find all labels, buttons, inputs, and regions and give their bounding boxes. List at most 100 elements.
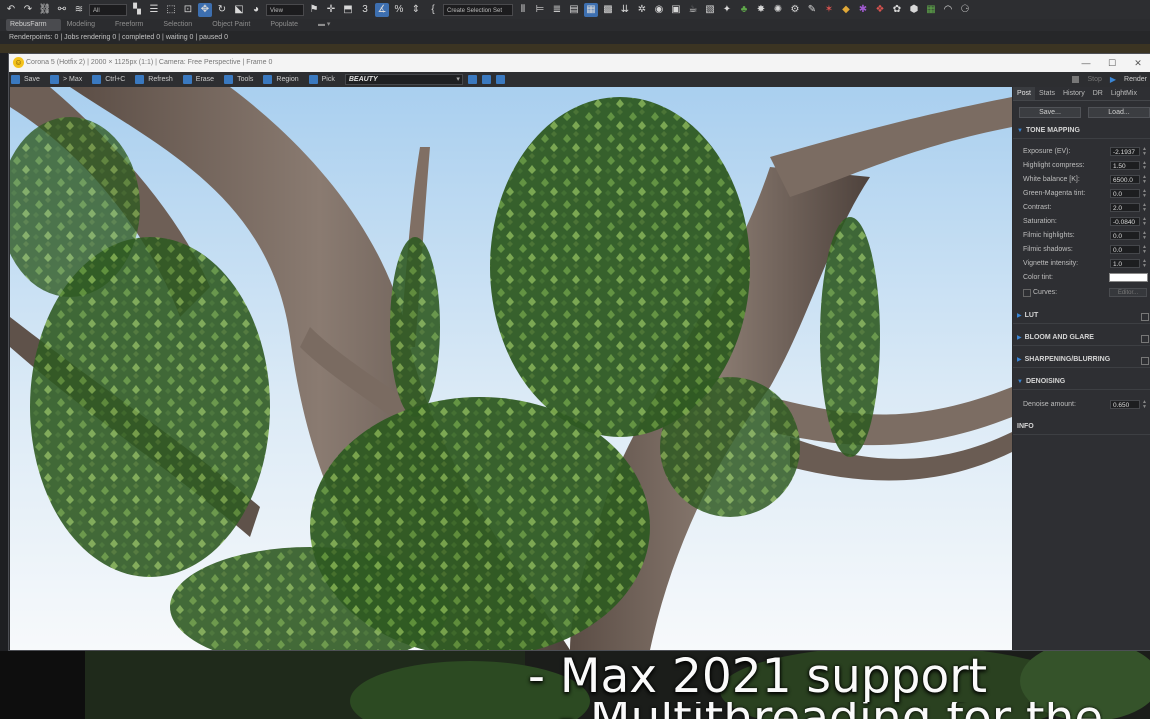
tone-mapping-value-field[interactable]: -2.1937 xyxy=(1110,147,1140,156)
keyboard-shortcut-icon[interactable]: ⬒ xyxy=(341,3,355,17)
bind-spacewarp-icon[interactable]: ≋ xyxy=(72,3,86,17)
maximize-icon[interactable]: ☐ xyxy=(1099,54,1125,72)
link-icon[interactable]: ⛓ xyxy=(38,3,52,17)
ribbon-tab-object-paint[interactable]: Object Paint xyxy=(208,19,264,31)
spinner-icon[interactable]: ▲ ▼ xyxy=(1142,147,1147,157)
render-image[interactable] xyxy=(10,87,1012,650)
render-setup-icon[interactable]: ✲ xyxy=(635,3,649,17)
tone-mapping-value-field[interactable]: 0.0 xyxy=(1110,245,1140,254)
curves-checkbox[interactable] xyxy=(1023,289,1031,297)
plugin-icon-13[interactable]: ▦ xyxy=(924,3,938,17)
denoising-header[interactable]: ▼ DENOISING xyxy=(1013,375,1150,390)
schematic-view-icon[interactable]: ▩ xyxy=(601,3,615,17)
tab-stats[interactable]: Stats xyxy=(1035,87,1059,100)
copy-button[interactable]: Ctrl+C xyxy=(92,75,133,84)
plugin-icon-12[interactable]: ⬢ xyxy=(907,3,921,17)
tone-mapping-header[interactable]: ▼ TONE MAPPING xyxy=(1013,124,1150,139)
render-play-icon[interactable]: ▶ xyxy=(1110,75,1116,84)
spinner-icon[interactable]: ▲ ▼ xyxy=(1142,259,1147,269)
plugin-icon-4[interactable]: ✺ xyxy=(771,3,785,17)
undo-icon[interactable]: ↶ xyxy=(4,3,18,17)
lut-header[interactable]: ▶ LUT xyxy=(1013,309,1150,324)
spinner-icon[interactable]: ▲ ▼ xyxy=(1142,400,1147,410)
plugin-icon-15[interactable]: ⚆ xyxy=(958,3,972,17)
post-load-button[interactable]: Load... xyxy=(1088,107,1150,118)
ribbon-tab-modeling[interactable]: Modeling xyxy=(63,19,109,31)
select-object-icon[interactable]: ▚ xyxy=(130,3,144,17)
render-frame-icon[interactable]: ◉ xyxy=(652,3,666,17)
minimize-icon[interactable]: — xyxy=(1073,54,1099,72)
tab-dr[interactable]: DR xyxy=(1089,87,1107,100)
ribbon-tab-rebusfarm[interactable]: RebusFarm xyxy=(6,19,61,31)
select-scale-icon[interactable]: ⬕ xyxy=(232,3,246,17)
tone-mapping-value-field[interactable]: 6500.0 xyxy=(1110,175,1140,184)
to-max-button[interactable]: > Max xyxy=(49,75,90,84)
spinner-icon[interactable]: ▲ ▼ xyxy=(1142,203,1147,213)
plugin-icon-11[interactable]: ✿ xyxy=(890,3,904,17)
tab-lightmix[interactable]: LightMix xyxy=(1107,87,1141,100)
region-button[interactable]: Region xyxy=(263,75,306,84)
place-icon[interactable]: ◕ xyxy=(249,3,263,17)
named-selection-set-dropdown[interactable]: Create Selection Set xyxy=(443,3,513,16)
spinner-icon[interactable]: ▲ ▼ xyxy=(1142,175,1147,185)
curves-editor-button[interactable]: Editor... xyxy=(1109,288,1147,297)
render-production-icon[interactable]: ▣ xyxy=(669,3,683,17)
pivot-icon[interactable]: ⚑ xyxy=(307,3,321,17)
render-pass-dropdown[interactable]: BEAUTY ▾ xyxy=(344,74,463,85)
tab-post[interactable]: Post xyxy=(1013,87,1036,100)
plugin-icon-2[interactable]: ✦ xyxy=(720,3,734,17)
denoise-amount-field[interactable]: 0.650 xyxy=(1110,400,1140,409)
stop-button[interactable]: Stop xyxy=(1087,76,1101,83)
spinner-icon[interactable]: ▲ ▼ xyxy=(1142,231,1147,241)
ribbon-tab-freeform[interactable]: Freeform xyxy=(111,19,157,31)
rect-region-icon[interactable]: ⬚ xyxy=(164,3,178,17)
select-rotate-icon[interactable]: ↻ xyxy=(215,3,229,17)
ribbon-tab-selection[interactable]: Selection xyxy=(159,19,206,31)
bloom-enable-checkbox[interactable] xyxy=(1141,335,1149,343)
refresh-button[interactable]: Refresh xyxy=(135,75,181,84)
spinner-icon[interactable]: ▲ ▼ xyxy=(1142,189,1147,199)
sharpen-enable-checkbox[interactable] xyxy=(1141,357,1149,365)
save-button[interactable]: Save xyxy=(11,75,48,84)
plugin-icon-5[interactable]: ⚙ xyxy=(788,3,802,17)
tone-mapping-value-field[interactable]: 0.0 xyxy=(1110,231,1140,240)
post-save-button[interactable]: Save... xyxy=(1019,107,1081,118)
snap-icon[interactable]: 3 xyxy=(358,3,372,17)
tone-mapping-value-field[interactable]: -0.0840 xyxy=(1110,217,1140,226)
stop-icon[interactable] xyxy=(1072,76,1080,83)
lut-enable-checkbox[interactable] xyxy=(1141,313,1149,321)
plugin-icon-3[interactable]: ✸ xyxy=(754,3,768,17)
tone-mapping-value-field[interactable]: 0.0 xyxy=(1110,189,1140,198)
select-by-name-icon[interactable]: ☰ xyxy=(147,3,161,17)
angle-snap-icon[interactable]: ∡ xyxy=(375,2,389,17)
plugin-icon-10[interactable]: ❖ xyxy=(873,3,887,17)
sharpening-header[interactable]: ▶ SHARPENING/BLURRING xyxy=(1013,353,1150,368)
spinner-snap-icon[interactable]: ⇕ xyxy=(409,3,423,17)
zoom-in-icon[interactable] xyxy=(467,75,477,84)
spinner-icon[interactable]: ▲ ▼ xyxy=(1142,161,1147,171)
tab-history[interactable]: History xyxy=(1059,87,1089,100)
erase-button[interactable]: Erase xyxy=(182,75,222,84)
move-gizmo-icon[interactable]: ✛ xyxy=(324,3,338,17)
tree-plugin-icon[interactable]: ♣ xyxy=(737,3,751,17)
toggle-ribbon-icon[interactable]: ▤ xyxy=(567,3,581,17)
align-icon[interactable]: ⊨ xyxy=(533,3,547,17)
window-crossing-icon[interactable]: ⊡ xyxy=(181,3,195,17)
plugin-icon-6[interactable]: ✎ xyxy=(805,3,819,17)
tools-button[interactable]: Tools xyxy=(224,75,261,84)
close-icon[interactable]: ✕ xyxy=(1125,54,1150,72)
redo-icon[interactable]: ↷ xyxy=(21,3,35,17)
material-editor-icon[interactable]: ⇊ xyxy=(618,3,632,17)
plugin-icon-1[interactable]: ▧ xyxy=(703,3,717,17)
tone-mapping-value-field[interactable]: 1.50 xyxy=(1110,161,1140,170)
zoom-out-icon[interactable] xyxy=(481,75,491,84)
edit-named-sets-icon[interactable]: { xyxy=(426,3,440,17)
render-button[interactable]: Render xyxy=(1124,76,1147,83)
color-tint-swatch[interactable] xyxy=(1109,273,1148,282)
spinner-icon[interactable]: ▲ ▼ xyxy=(1142,245,1147,255)
zoom-fit-icon[interactable] xyxy=(495,75,505,84)
teapot-render-icon[interactable]: ☕ xyxy=(686,3,700,17)
plugin-icon-7[interactable]: ✶ xyxy=(822,3,836,17)
tone-mapping-value-field[interactable]: 2.0 xyxy=(1110,203,1140,212)
ribbon-options-icon[interactable]: ▬ ▾ xyxy=(314,19,344,31)
